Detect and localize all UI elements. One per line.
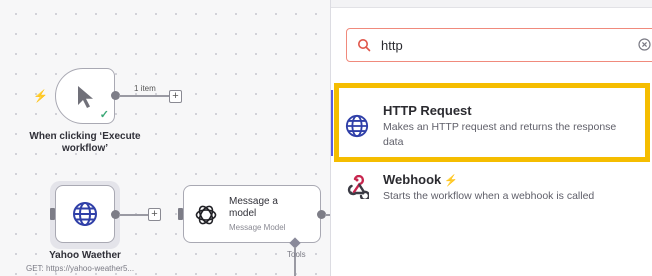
trigger-node-caption: When clicking ‘Execute workflow’ <box>20 131 150 155</box>
search-icon <box>358 39 371 52</box>
panel-header <box>331 0 652 8</box>
clear-search-icon[interactable] <box>638 38 651 51</box>
cursor-pointer-icon <box>78 86 93 108</box>
model-node-title: Message a model <box>229 196 278 219</box>
trigger-node[interactable]: ✓ <box>55 68 115 124</box>
workflow-editor: ⚡ ✓ 1 item + When clicking ‘Execute work… <box>0 0 652 276</box>
node-result-name: Webhook <box>383 172 442 187</box>
node-picker-panel: HTTP Request Makes an HTTP request and r… <box>331 0 652 276</box>
highlight-box <box>334 83 650 162</box>
success-check-icon: ✓ <box>99 109 109 121</box>
trigger-caption-line1: When clicking ‘Execute <box>29 131 141 142</box>
model-node-subtitle: Message Model <box>229 223 286 232</box>
yahoo-node-caption: Yahoo Waether <box>49 250 121 261</box>
tools-label: Tools <box>287 250 306 259</box>
webhook-icon <box>347 175 369 199</box>
search-box[interactable] <box>346 28 652 62</box>
trigger-bolt-icon: ⚡ <box>444 175 458 187</box>
trigger-caption-line2: workflow’ <box>61 143 109 154</box>
workflow-canvas[interactable]: ⚡ ✓ 1 item + When clicking ‘Execute work… <box>0 0 332 276</box>
connection-item-count: 1 item <box>134 84 156 93</box>
add-node-button[interactable]: + <box>169 90 182 103</box>
lightning-bolt-icon: ⚡ <box>33 89 48 103</box>
node-result-name-row: Webhook ⚡ <box>383 172 458 187</box>
node-result-webhook[interactable]: Webhook ⚡ Starts the workflow when a webh… <box>331 165 652 215</box>
yahoo-weather-node[interactable] <box>55 185 115 243</box>
message-model-node[interactable]: Message a model Message Model <box>183 185 321 243</box>
connection-line <box>119 95 169 97</box>
openai-icon <box>195 205 217 225</box>
node-result-description: Starts the workflow when a webhook is ca… <box>383 190 595 202</box>
add-node-button[interactable]: + <box>148 208 161 221</box>
search-input[interactable] <box>381 36 621 54</box>
connection-line <box>119 214 148 216</box>
yahoo-node-subtitle: GET: https://yahoo-weather5... <box>26 264 135 273</box>
globe-icon <box>73 202 97 226</box>
